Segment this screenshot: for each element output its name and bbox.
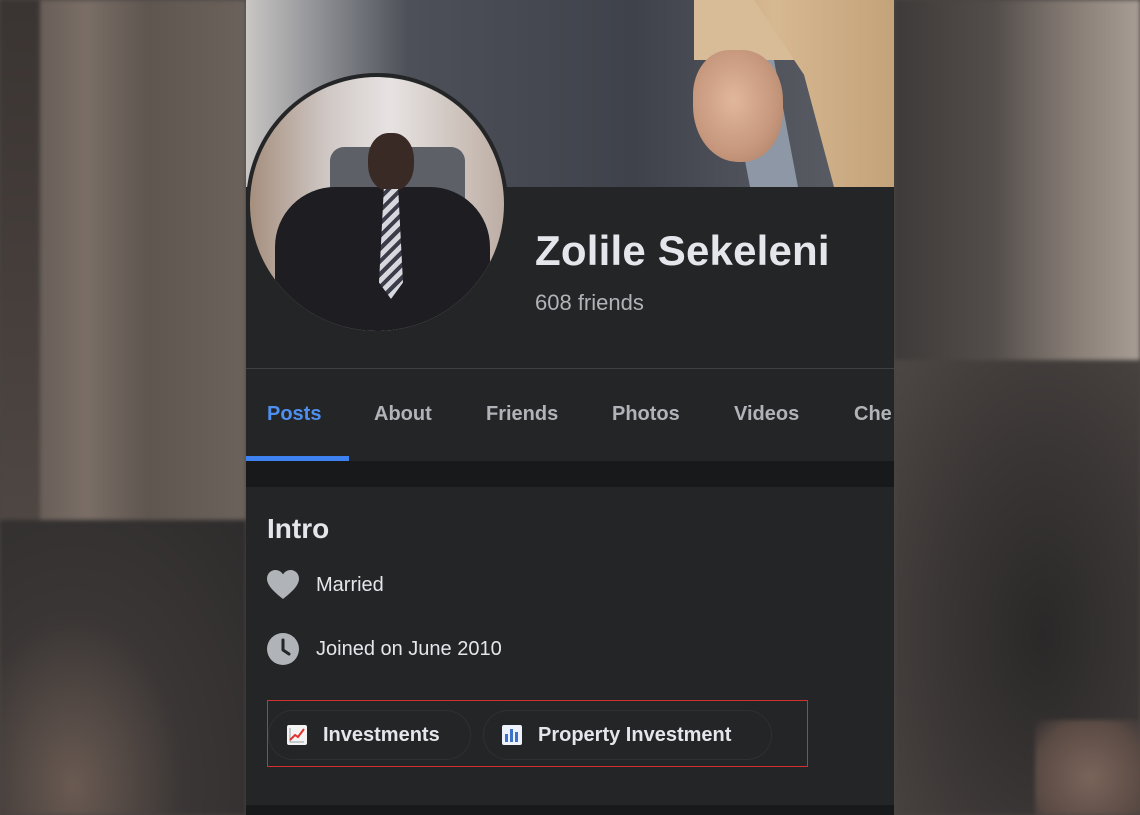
profile-screen: Zolile Sekeleni 608 friends Posts About … [246, 0, 894, 815]
background-hand [1035, 720, 1140, 815]
background-right-panel [895, 0, 1140, 815]
tab-photos[interactable]: Photos [612, 403, 680, 426]
avatar-head [368, 133, 414, 191]
tab-checkins[interactable]: Che [854, 403, 892, 426]
relationship-text: Married [316, 573, 384, 596]
heart-icon [267, 569, 299, 601]
hobbies-highlight-box: Investments Property Investment [267, 700, 808, 767]
profile-tabs: Posts About Friends Photos Videos Che [246, 369, 894, 461]
tab-posts[interactable]: Posts [267, 403, 321, 426]
intro-card: Intro Married Joined on June 2010 Invest… [246, 487, 894, 805]
background-arm [0, 520, 246, 815]
friends-count[interactable]: 608 friends [535, 290, 644, 316]
intro-title: Intro [267, 513, 330, 544]
hobby-chip-investments[interactable]: Investments [268, 710, 471, 760]
joined-row: Joined on June 2010 [267, 633, 502, 665]
clock-icon [267, 633, 299, 665]
relationship-row: Married [267, 569, 384, 601]
tab-about[interactable]: About [374, 403, 432, 426]
cover-hand [693, 50, 783, 162]
chart-increasing-icon [287, 725, 307, 745]
section-gap-bottom [246, 805, 894, 815]
hobby-label-investments: Investments [323, 723, 440, 746]
profile-name: Zolile Sekeleni [535, 227, 830, 274]
profile-avatar[interactable] [250, 77, 504, 331]
joined-text: Joined on June 2010 [316, 637, 502, 660]
tab-friends[interactable]: Friends [486, 403, 558, 426]
section-gap [246, 461, 894, 487]
hobby-label-property-investment: Property Investment [538, 723, 732, 746]
bar-chart-icon [502, 725, 522, 745]
tab-videos[interactable]: Videos [734, 403, 799, 426]
hobby-chip-property-investment[interactable]: Property Investment [483, 710, 772, 760]
background-left-panel [0, 0, 246, 815]
